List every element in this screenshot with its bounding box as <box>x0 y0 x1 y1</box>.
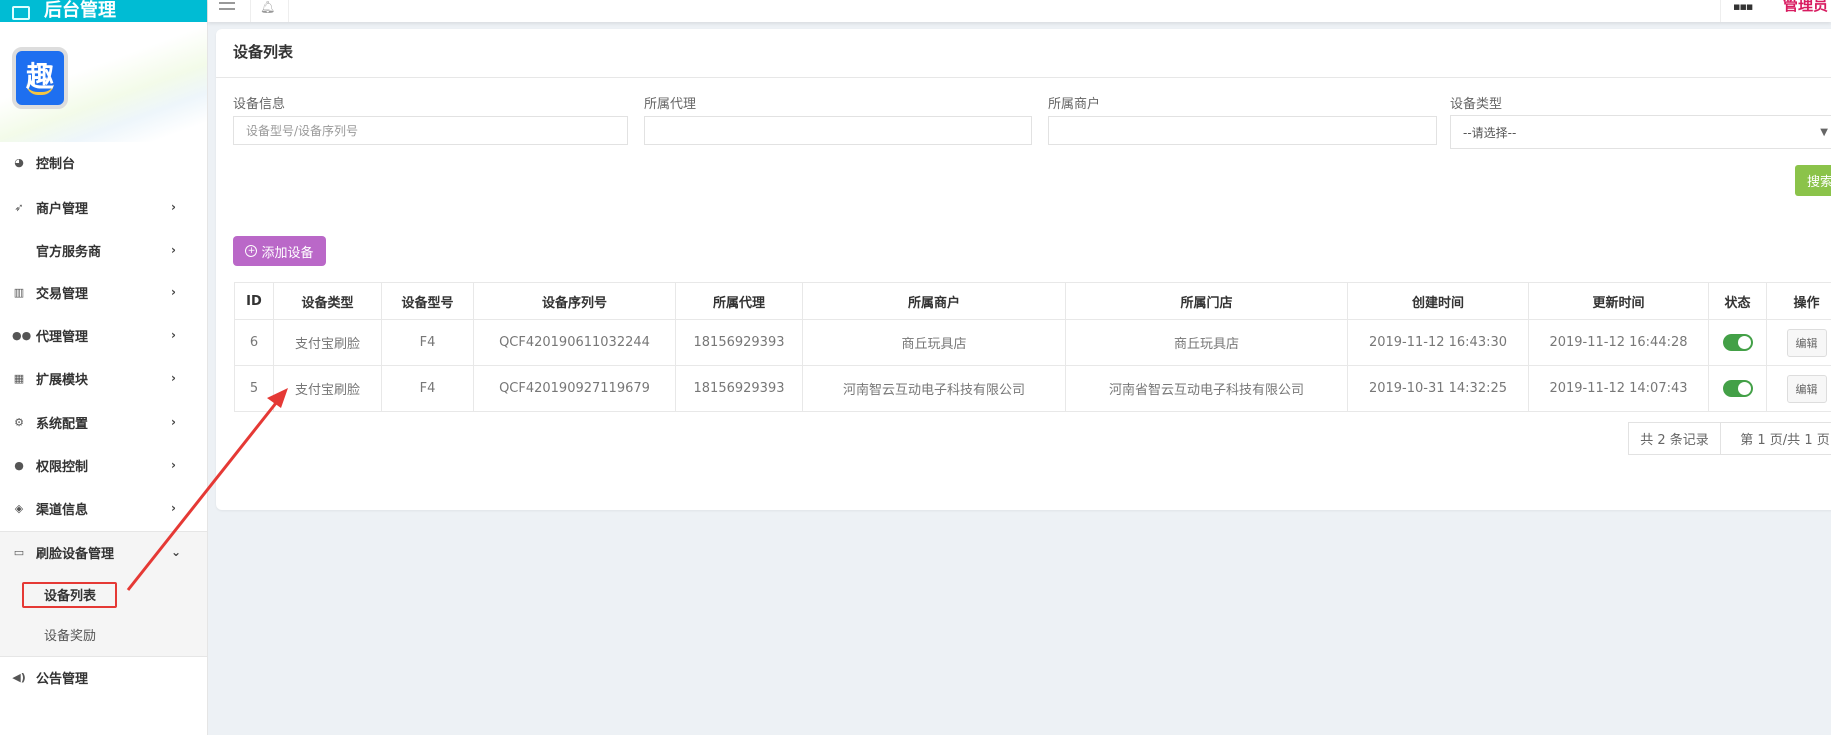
annotation-arrow <box>126 388 288 591</box>
